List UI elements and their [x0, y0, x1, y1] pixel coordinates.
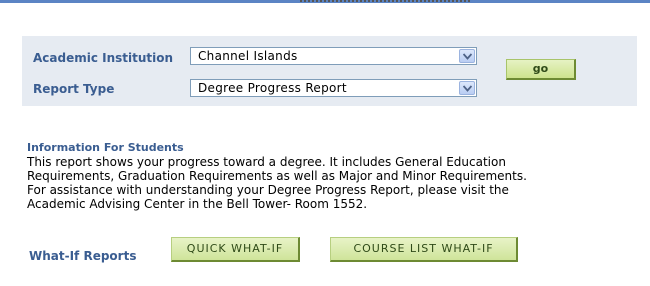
whatif-reports-label: What-If Reports	[29, 249, 137, 263]
report-type-select[interactable]: Degree Progress Report	[190, 79, 477, 97]
institution-select-value: Channel Islands	[198, 49, 298, 63]
institution-select[interactable]: Channel Islands	[190, 47, 477, 65]
institution-label: Academic Institution	[33, 51, 174, 65]
info-text: This report shows your progress toward a…	[27, 155, 627, 211]
report-type-label: Report Type	[33, 82, 115, 96]
go-button[interactable]: go	[506, 59, 576, 80]
info-text-line: Requirements, Graduation Requirements as…	[27, 169, 527, 183]
report-type-select-value: Degree Progress Report	[198, 81, 347, 95]
chevron-down-icon[interactable]	[459, 81, 475, 95]
top-dotted-divider	[300, 0, 470, 5]
quick-whatif-button[interactable]: QUICK WHAT-IF	[171, 237, 300, 262]
chevron-down-icon[interactable]	[459, 49, 475, 63]
info-text-line: For assistance with understanding your D…	[27, 183, 509, 197]
info-title: Information For Students	[27, 141, 184, 154]
info-text-line: Academic Advising Center in the Bell Tow…	[27, 197, 368, 211]
info-text-line: This report shows your progress toward a…	[27, 155, 506, 169]
course-list-whatif-button[interactable]: COURSE LIST WHAT-IF	[330, 237, 518, 262]
